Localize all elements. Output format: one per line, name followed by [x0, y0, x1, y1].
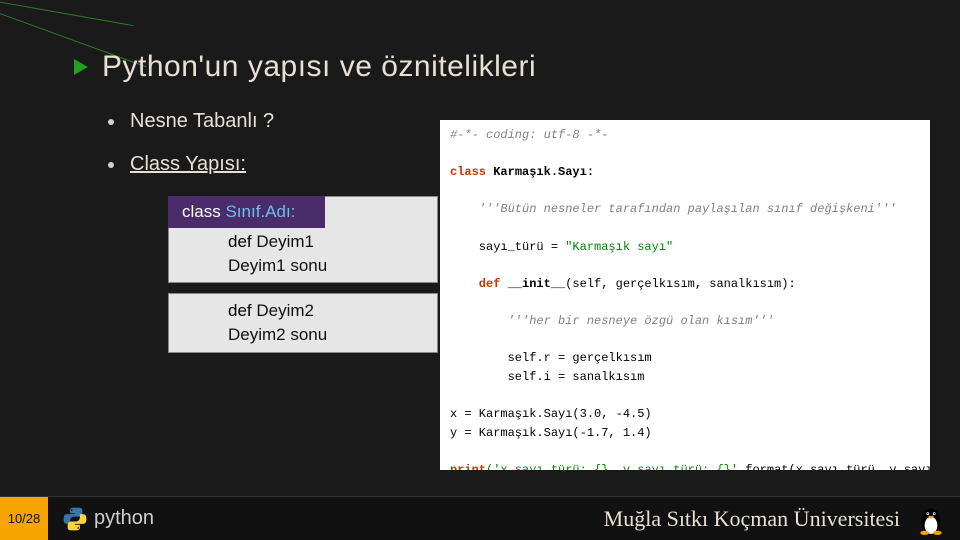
code-line: x = Karmaşık.Sayı(3.0, -4.5) — [450, 407, 652, 421]
code-keyword: def — [450, 277, 508, 291]
arrow-right-icon — [74, 59, 88, 75]
code-dunder: __init__ — [508, 277, 566, 291]
code-string: ('x sayı türü: {}, y sayı türü: {}' — [486, 463, 738, 470]
def-keyword: def — [228, 232, 256, 251]
bullet-text: Class Yapısı: — [130, 153, 246, 176]
tux-icon — [914, 502, 948, 536]
code-example: #-*- coding: utf-8 -*- class Karmaşık.Sa… — [440, 120, 930, 470]
bullet-dot-icon — [108, 162, 114, 168]
page-number: 10/28 — [0, 497, 48, 540]
code-line: y = Karmaşık.Sayı(-1.7, 1.4) — [450, 426, 652, 440]
structure-blocks: class Sınıf.Adı: def Deyim1 Deyim1 sonu … — [168, 196, 438, 353]
bullet-dot-icon — [108, 119, 114, 125]
def-name: Deyim1 — [256, 232, 314, 251]
bullet-text: Nesne Tabanlı ? — [130, 110, 274, 133]
code-params: (self, gerçelkısım, sanalkısım): — [565, 277, 795, 291]
class-name: Sınıf.Adı: — [225, 202, 295, 221]
code-line: sayı_türü = — [450, 240, 565, 254]
class-block: class Sınıf.Adı: def Deyim1 Deyim1 sonu — [168, 196, 438, 283]
def-block: def Deyim2 Deyim2 sonu — [168, 293, 438, 353]
class-keyword: class — [182, 202, 225, 221]
code-docstring: '''Bütün nesneler tarafından paylaşılan … — [450, 202, 896, 216]
code-line: .format(x.sayı_türü, y.sayı_türü)) — [738, 463, 930, 470]
def-end: Deyim2 sonu — [228, 325, 327, 344]
python-icon — [62, 506, 88, 532]
code-docstring: '''her bir nesneye özgü olan kısım''' — [450, 314, 774, 328]
code-line: self.i = sanalkısım — [450, 370, 644, 384]
def-keyword: def — [228, 301, 256, 320]
python-logo-text: python — [94, 507, 154, 530]
university-name: Muğla Sıtkı Koçman Üniversitesi — [604, 506, 914, 532]
code-line: #-*- coding: utf-8 -*- — [450, 128, 608, 142]
code-keyword: print — [450, 463, 486, 470]
class-body: def Deyim1 Deyim1 sonu — [168, 228, 438, 284]
python-logo: python — [62, 506, 154, 532]
footer-bar: 10/28 python Muğla Sıtkı Koçman Üniversi… — [0, 496, 960, 540]
code-string: "Karmaşık sayı" — [565, 240, 673, 254]
code-line: self.r = gerçelkısım — [450, 351, 652, 365]
def-end: Deyim1 sonu — [228, 256, 327, 275]
class-header: class Sınıf.Adı: — [168, 196, 325, 228]
def-body: def Deyim2 Deyim2 sonu — [168, 293, 438, 353]
slide-title: Python'un yapısı ve öznitelikleri — [102, 50, 536, 84]
title-row: Python'un yapısı ve öznitelikleri — [80, 50, 900, 84]
def-name: Deyim2 — [256, 301, 314, 320]
code-keyword: class — [450, 165, 486, 179]
code-classname: Karmaşık.Sayı: — [486, 165, 594, 179]
